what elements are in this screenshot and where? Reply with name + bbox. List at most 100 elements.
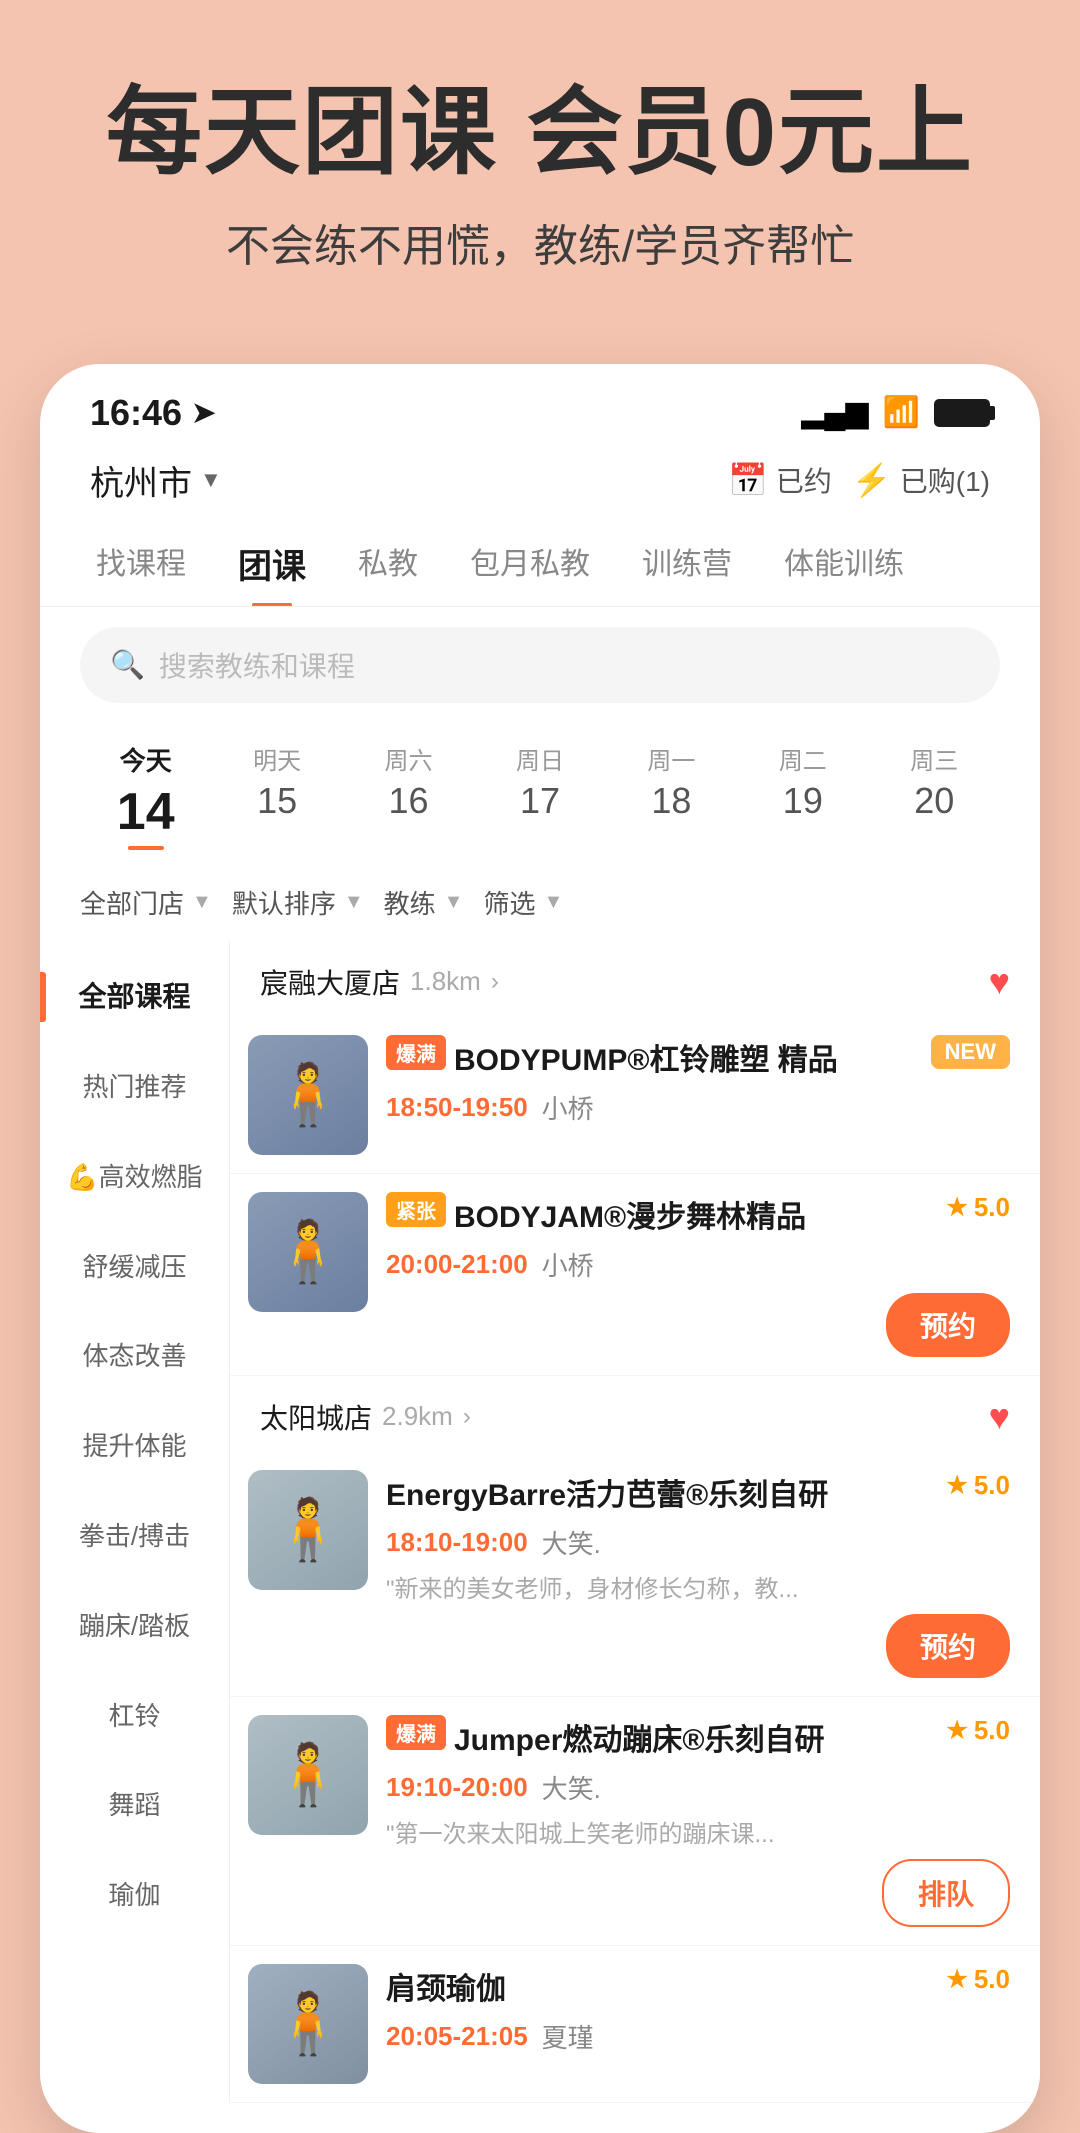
filter-coach-label: 教练 xyxy=(384,884,436,921)
book-button-3[interactable]: 预约 xyxy=(886,1614,1010,1678)
tab-fitness[interactable]: 体能训练 xyxy=(758,521,930,606)
date-label-1: 明天 xyxy=(215,741,338,776)
course-rating-5: ★ 5.0 xyxy=(946,1964,1010,1995)
course-tag-1: 爆满 xyxy=(386,1035,446,1070)
sidebar-item-stress[interactable]: 舒缓减压 xyxy=(40,1223,229,1313)
course-title-line-3: EnergyBarre活力芭蕾®乐刻自研 ★ 5.0 xyxy=(386,1470,1010,1514)
filter-sort-arrow: ▼ xyxy=(344,891,364,914)
filter-sort[interactable]: 默认排序 ▼ xyxy=(232,884,364,921)
tab-monthly[interactable]: 包月私教 xyxy=(444,521,616,606)
course-thumb-4: 🧍 xyxy=(248,1715,368,1835)
thumb-person-3: 🧍 xyxy=(248,1470,368,1590)
tab-pt[interactable]: 私教 xyxy=(332,521,444,606)
tab-group[interactable]: 团课 xyxy=(212,521,332,606)
date-17[interactable]: 周日 17 xyxy=(474,733,605,858)
date-num-5: 19 xyxy=(741,780,864,822)
store-arrow-2: › xyxy=(463,1403,471,1431)
date-label-6: 周三 xyxy=(873,741,996,776)
sidebar-item-yoga[interactable]: 瑜伽 xyxy=(40,1851,229,1941)
store-header-2: 太阳城店 2.9km › ♥ xyxy=(230,1376,1040,1452)
sidebar-item-hot[interactable]: 热门推荐 xyxy=(40,1043,229,1133)
booked-label: 已约 xyxy=(776,460,832,500)
thumb-person-5: 🧍 xyxy=(248,1964,368,2084)
date-num-4: 18 xyxy=(610,780,733,822)
course-action-row-4: 排队 xyxy=(386,1859,1010,1927)
store-fav-1[interactable]: ♥ xyxy=(989,961,1010,1003)
nav-tabs: 找课程 团课 私教 包月私教 训练营 体能训练 xyxy=(40,521,1040,607)
course-name-block-2: 紧张 BODYJAM®漫步舞林精品 xyxy=(386,1192,936,1236)
sidebar-item-enhance[interactable]: 提升体能 xyxy=(40,1402,229,1492)
course-time-5: 20:05-21:05 xyxy=(386,2021,528,2052)
booked-button[interactable]: 📅 已约 xyxy=(728,460,832,500)
course-desc-3: "新来的美女老师，身材修长匀称，教... xyxy=(386,1569,1010,1604)
sidebar-item-barbell[interactable]: 杠铃 xyxy=(40,1672,229,1762)
date-16[interactable]: 周六 16 xyxy=(343,733,474,858)
course-info-1: 爆满 BODYPUMP®杠铃雕塑 精品 NEW 18:50-19:50 小桥 xyxy=(386,1035,1010,1126)
sidebar-item-trampoline[interactable]: 蹦床/踏板 xyxy=(40,1582,229,1672)
filter-screen[interactable]: 筛选 ▼ xyxy=(483,884,563,921)
sidebar-item-fat[interactable]: 💪高效燃脂 xyxy=(40,1133,229,1223)
filter-bar: 全部门店 ▼ 默认排序 ▼ 教练 ▼ 筛选 ▼ xyxy=(40,874,1040,941)
tab-camp[interactable]: 训练营 xyxy=(616,521,758,606)
city-selector[interactable]: 杭州市 ▼ xyxy=(90,456,222,505)
filter-sort-label: 默认排序 xyxy=(232,884,336,921)
course-name-block-4: 爆满 Jumper燃动蹦床®乐刻自研 xyxy=(386,1715,936,1759)
filter-screen-arrow: ▼ xyxy=(543,891,563,914)
thumb-person-1: 🧍 xyxy=(248,1035,368,1155)
star-icon-4: ★ xyxy=(946,1716,968,1745)
queue-button-4[interactable]: 排队 xyxy=(882,1859,1010,1927)
purchased-button[interactable]: ⚡ 已购(1) xyxy=(852,460,990,500)
store-info-1[interactable]: 宸融大厦店 1.8km › xyxy=(260,962,499,1002)
sidebar-item-body[interactable]: 体态改善 xyxy=(40,1312,229,1402)
course-rating-4: ★ 5.0 xyxy=(946,1715,1010,1746)
date-label-today: 今天 xyxy=(84,741,207,778)
course-time-row-4: 19:10-20:00 大笑. xyxy=(386,1769,1010,1806)
book-button-2[interactable]: 预约 xyxy=(886,1293,1010,1357)
store-fav-2[interactable]: ♥ xyxy=(989,1396,1010,1438)
city-name: 杭州市 xyxy=(90,456,192,505)
thumb-person-4: 🧍 xyxy=(248,1715,368,1835)
wifi-icon: 📶 xyxy=(883,395,920,430)
status-icons: ▂▄▆ 📶 xyxy=(801,395,990,430)
store-name-1: 宸融大厦店 xyxy=(260,962,400,1002)
course-time-row-5: 20:05-21:05 夏瑾 xyxy=(386,2018,1010,2055)
date-18[interactable]: 周一 18 xyxy=(606,733,737,858)
course-item-1: 🧍 爆满 BODYPUMP®杠铃雕塑 精品 NEW 18:50-19:50 小桥 xyxy=(230,1017,1040,1174)
course-teacher-4: 大笑. xyxy=(542,1769,601,1806)
date-15[interactable]: 明天 15 xyxy=(211,733,342,858)
date-19[interactable]: 周二 19 xyxy=(737,733,868,858)
course-name-3: EnergyBarre活力芭蕾®乐刻自研 xyxy=(386,1470,936,1514)
date-underline xyxy=(128,846,164,850)
course-time-2: 20:00-21:00 xyxy=(386,1249,528,1280)
course-thumb-2: 🧍 xyxy=(248,1192,368,1312)
date-label-5: 周二 xyxy=(741,741,864,776)
store-arrow-1: › xyxy=(491,968,499,996)
rating-value-4: 5.0 xyxy=(974,1715,1010,1746)
new-badge-1: NEW xyxy=(931,1035,1010,1069)
course-name-block-5: 肩颈瑜伽 xyxy=(386,1964,936,2008)
location-icon: ➤ xyxy=(192,396,215,429)
signal-icon: ▂▄▆ xyxy=(801,395,868,430)
date-label-2: 周六 xyxy=(347,741,470,776)
date-20[interactable]: 周三 20 xyxy=(869,733,1000,858)
course-title-line-5: 肩颈瑜伽 ★ 5.0 xyxy=(386,1964,1010,2008)
course-teacher-3: 大笑. xyxy=(542,1524,601,1561)
city-dropdown-icon: ▼ xyxy=(200,467,222,493)
search-container: 🔍 搜索教练和课程 xyxy=(40,607,1040,723)
date-num-2: 16 xyxy=(347,780,470,822)
search-bar[interactable]: 🔍 搜索教练和课程 xyxy=(80,627,1000,703)
tab-find[interactable]: 找课程 xyxy=(70,521,212,606)
course-action-row-3: 预约 xyxy=(386,1614,1010,1678)
filter-coach[interactable]: 教练 ▼ xyxy=(384,884,464,921)
store-info-2[interactable]: 太阳城店 2.9km › xyxy=(260,1397,471,1437)
sidebar-item-boxing[interactable]: 拳击/搏击 xyxy=(40,1492,229,1582)
course-desc-4: "第一次来太阳城上笑老师的蹦床课... xyxy=(386,1814,1010,1849)
sidebar-item-dance[interactable]: 舞蹈 xyxy=(40,1761,229,1851)
course-name-block-1: 爆满 BODYPUMP®杠铃雕塑 精品 xyxy=(386,1035,921,1079)
course-teacher-1: 小桥 xyxy=(542,1089,594,1126)
filter-store[interactable]: 全部门店 ▼ xyxy=(80,884,212,921)
date-today[interactable]: 今天 14 xyxy=(80,733,211,858)
course-action-row-2: 预约 xyxy=(386,1293,1010,1357)
status-bar: 16:46 ➤ ▂▄▆ 📶 xyxy=(40,364,1040,444)
sidebar-item-all[interactable]: 全部课程 xyxy=(40,951,229,1043)
